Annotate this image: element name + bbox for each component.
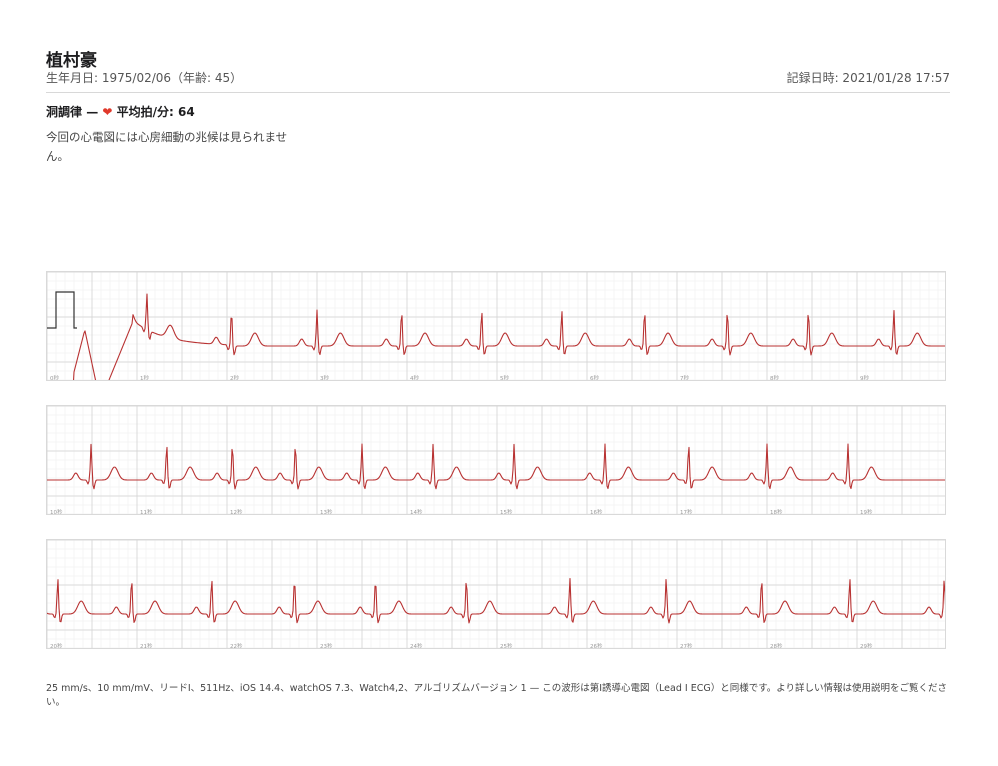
rhythm-dash: — [86,105,99,119]
ecg-summary: 今回の心電図には心房細動の兆候は見られません。 [46,130,288,163]
time-label: 22秒 [230,642,243,649]
time-label: 2秒 [230,374,239,381]
recording-details: 25 mm/s、10 mm/mV、リードI、511Hz、iOS 14.4、wat… [46,683,948,708]
time-label: 7秒 [680,374,689,381]
time-label: 23秒 [320,642,333,649]
ecg-strip-2: 10秒 11秒 12秒 13秒 14秒 15秒 16秒 17秒 18秒 19秒 [46,405,946,515]
time-label: 9秒 [860,374,869,381]
calibration-pulse [47,291,77,329]
time-label: 3秒 [320,374,329,381]
time-label: 8秒 [770,374,779,381]
average-heart-rate: 平均拍/分: 64 [116,105,195,119]
time-label: 20秒 [50,642,63,649]
header-divider [46,92,950,93]
time-label: 24秒 [410,642,423,649]
ecg-strip-1: 0秒 1秒 2秒 3秒 4秒 5秒 6秒 7秒 8秒 9秒 [46,271,946,381]
time-label: 0秒 [50,374,59,381]
heart-icon: ❤ [102,105,113,119]
time-label: 29秒 [860,642,873,649]
time-label: 14秒 [410,508,423,515]
rhythm-classification: 洞調律 — ❤ 平均拍/分: 64 [46,103,195,120]
time-label: 19秒 [860,508,873,515]
time-label: 11秒 [140,508,153,515]
time-label: 13秒 [320,508,333,515]
ecg-strip-3: 20秒 21秒 22秒 23秒 24秒 25秒 26秒 27秒 28秒 29秒 [46,539,946,649]
time-label: 15秒 [500,508,513,515]
time-label: 12秒 [230,508,243,515]
time-label: 21秒 [140,642,153,649]
time-label: 27秒 [680,642,693,649]
rhythm-label: 洞調律 [46,105,83,119]
time-label: 10秒 [50,508,63,515]
time-label: 17秒 [680,508,693,515]
time-label: 26秒 [590,642,603,649]
recorded-datetime: 記録日時: 2021/01/28 17:57 [786,71,950,85]
patient-name: 植村豪 [46,51,97,71]
time-label: 1秒 [140,374,149,381]
time-label: 18秒 [770,508,783,515]
time-label: 4秒 [410,374,419,381]
time-label: 6秒 [590,374,599,381]
time-label: 28秒 [770,642,783,649]
birth-date: 生年月日: 1975/02/06（年齢: 45） [46,71,243,85]
time-label: 25秒 [500,642,513,649]
time-label: 5秒 [500,374,509,381]
time-label: 16秒 [590,508,603,515]
